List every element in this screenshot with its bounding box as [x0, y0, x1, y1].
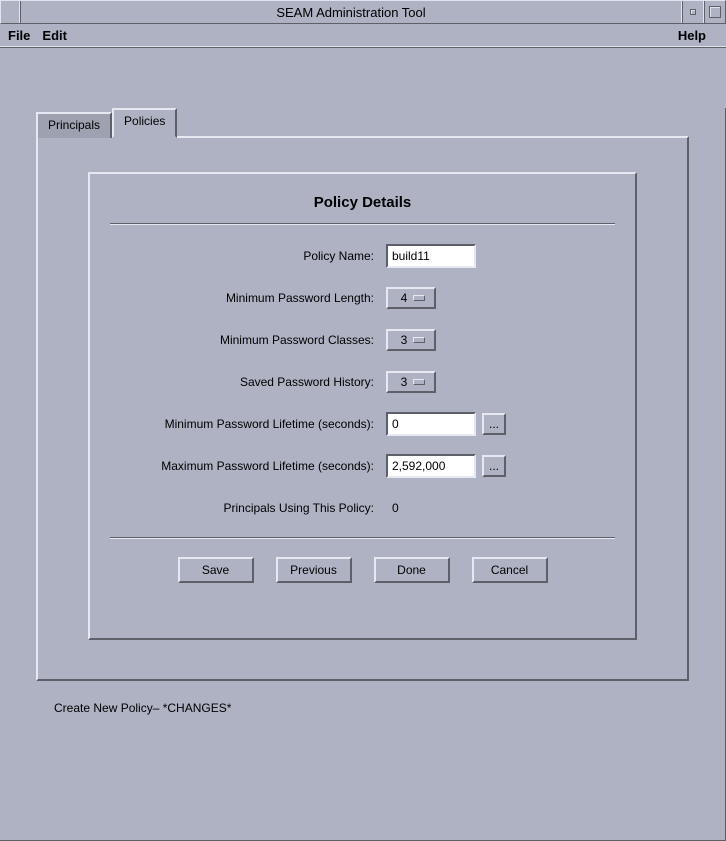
option-menu-icon — [413, 295, 425, 301]
save-button[interactable]: Save — [178, 557, 254, 583]
min-lifetime-input[interactable] — [386, 412, 476, 436]
row-min-lifetime: Minimum Password Lifetime (seconds): ... — [110, 411, 615, 437]
select-value: 4 — [401, 291, 408, 305]
tab-label: Principals — [48, 118, 100, 132]
label-policy-name: Policy Name: — [110, 249, 386, 263]
tab-principals[interactable]: Principals — [36, 112, 112, 138]
row-min-pw-length: Minimum Password Length: 4 — [110, 285, 615, 311]
menu-bar: File Edit Help — [0, 24, 726, 48]
label-min-pw-classes: Minimum Password Classes: — [110, 333, 386, 347]
label-min-lifetime: Minimum Password Lifetime (seconds): — [110, 417, 386, 431]
select-value: 3 — [401, 375, 408, 389]
tab-panel-policies: Policy Details Policy Name: Minimum Pass… — [36, 136, 689, 681]
max-lifetime-input[interactable] — [386, 454, 476, 478]
label-principals-using: Principals Using This Policy: — [110, 501, 386, 515]
workspace: Principals Policies Policy Details Polic… — [0, 108, 726, 841]
principals-using-value: 0 — [386, 501, 399, 515]
option-menu-icon — [413, 337, 425, 343]
label-saved-history: Saved Password History: — [110, 375, 386, 389]
done-button[interactable]: Done — [374, 557, 450, 583]
divider — [110, 537, 615, 539]
status-text: Create New Policy– *CHANGES* — [54, 701, 725, 715]
button-row: Save Previous Done Cancel — [110, 557, 615, 583]
previous-button[interactable]: Previous — [276, 557, 352, 583]
menu-file[interactable]: File — [8, 28, 30, 43]
min-lifetime-browse-button[interactable]: ... — [482, 413, 506, 435]
row-max-lifetime: Maximum Password Lifetime (seconds): ... — [110, 453, 615, 479]
ellipsis-icon: ... — [489, 417, 499, 431]
label-max-lifetime: Maximum Password Lifetime (seconds): — [110, 459, 386, 473]
tab-strip: Principals Policies — [36, 108, 725, 136]
ellipsis-icon: ... — [489, 459, 499, 473]
maximize-button[interactable] — [703, 1, 725, 23]
minimize-button[interactable] — [681, 1, 703, 23]
row-min-pw-classes: Minimum Password Classes: 3 — [110, 327, 615, 353]
page-title: Policy Details — [110, 194, 615, 211]
menu-help[interactable]: Help — [678, 28, 706, 43]
cancel-button[interactable]: Cancel — [472, 557, 548, 583]
max-lifetime-browse-button[interactable]: ... — [482, 455, 506, 477]
tab-label: Policies — [124, 114, 165, 128]
row-principals-using: Principals Using This Policy: 0 — [110, 495, 615, 521]
saved-history-select[interactable]: 3 — [386, 371, 436, 393]
policy-details-frame: Policy Details Policy Name: Minimum Pass… — [88, 172, 637, 640]
min-pw-classes-select[interactable]: 3 — [386, 329, 436, 351]
select-value: 3 — [401, 333, 408, 347]
title-bar: SEAM Administration Tool — [0, 0, 726, 24]
tab-policies[interactable]: Policies — [112, 108, 177, 138]
option-menu-icon — [413, 379, 425, 385]
policy-name-input[interactable] — [386, 244, 476, 268]
min-pw-length-select[interactable]: 4 — [386, 287, 436, 309]
window-title: SEAM Administration Tool — [21, 5, 681, 20]
row-saved-history: Saved Password History: 3 — [110, 369, 615, 395]
divider — [110, 223, 615, 225]
label-min-pw-length: Minimum Password Length: — [110, 291, 386, 305]
menu-edit[interactable]: Edit — [42, 28, 67, 43]
window-menu-handle[interactable] — [1, 1, 21, 23]
row-policy-name: Policy Name: — [110, 243, 615, 269]
